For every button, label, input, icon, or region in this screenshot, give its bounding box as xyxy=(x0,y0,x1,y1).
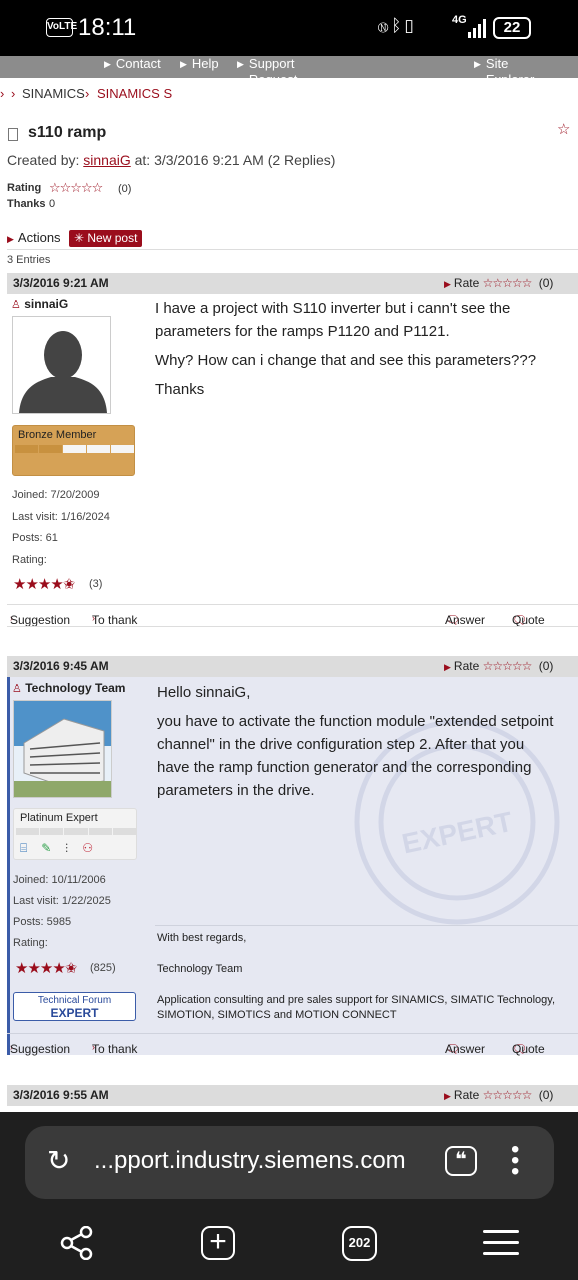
post-date: 3/3/2016 9:21 AM xyxy=(13,276,109,290)
new-tab-icon[interactable]: + xyxy=(201,1226,235,1260)
volte-indicator: VoLTE xyxy=(46,18,77,37)
created-by: Created by: sinnaiG at: 3/3/2016 9:21 AM… xyxy=(7,152,336,168)
author-link[interactable]: sinnaiG xyxy=(83,152,130,168)
reload-icon[interactable]: ↻ xyxy=(47,1146,70,1176)
thanks-label: Thanks xyxy=(7,198,46,210)
nav-contact[interactable]: ▶ Contact xyxy=(104,56,161,73)
joined-date: Joined: 10/11/2006 xyxy=(13,874,106,886)
browser-toolbar: ↻ ...pport.industry.siemens.com ❝ • • • xyxy=(0,1112,578,1206)
users-icon: ⚇ xyxy=(82,841,108,855)
reader-mode-icon[interactable]: ❝ xyxy=(445,1146,477,1176)
share-icon[interactable] xyxy=(60,1226,94,1260)
rank-icons: ⌸✎⫶⚇ xyxy=(20,841,107,856)
browser-navbar: + 202 xyxy=(0,1206,578,1280)
post-header: 3/3/2016 9:21 AM ▶ Rate ☆☆☆☆☆ (0) xyxy=(7,273,578,294)
post-author[interactable]: ♙ Technology Team xyxy=(12,681,125,695)
rank-badge: Bronze Member xyxy=(12,425,135,476)
nav-support-request[interactable]: ▶ Support Request xyxy=(237,56,297,87)
battery-icon: 22 xyxy=(493,17,531,39)
user-rating-stars: ★★★★✬ xyxy=(15,960,77,977)
expert-accent-bar xyxy=(7,677,10,1055)
chevron-right-icon: › xyxy=(85,86,90,101)
post-header: 3/3/2016 9:45 AM ▶ Rate ☆☆☆☆☆ (0) xyxy=(7,656,578,677)
rating-label: Rating xyxy=(7,182,42,194)
new-post-button[interactable]: ✳ New post xyxy=(69,230,143,247)
rank-bar xyxy=(16,828,137,835)
expert-badge: Technical Forum EXPERT xyxy=(13,992,136,1021)
user-rating-count: (825) xyxy=(90,962,116,974)
post-header: 3/3/2016 9:55 AM ▶ Rate ☆☆☆☆☆ (0) xyxy=(7,1085,578,1106)
user-icon: ♙ xyxy=(11,299,21,311)
actions-menu[interactable]: ▶ Actions xyxy=(7,230,61,245)
more-options-icon[interactable]: • • • xyxy=(511,1138,519,1184)
book-icon: ⌸ xyxy=(20,841,42,855)
network-type: 4G xyxy=(452,14,467,26)
menu-icon[interactable] xyxy=(483,1230,519,1255)
thanks-count: 0 xyxy=(49,198,56,210)
avatar xyxy=(13,700,112,798)
user-rating-count: (3) xyxy=(89,578,103,590)
rate-control[interactable]: ▶ Rate ☆☆☆☆☆ (0) xyxy=(444,276,553,290)
rating-label: Rating: xyxy=(12,554,47,566)
breadcrumb-sinamics-s[interactable]: SINAMICS S xyxy=(97,86,172,101)
chevron-right-icon: › xyxy=(0,86,5,101)
nav-site-explorer[interactable]: ▶ Site Explorer xyxy=(474,56,534,87)
post-body: Hello sinnaiG, you have to activate the … xyxy=(157,684,554,799)
entries-count: 3 Entries xyxy=(7,254,51,266)
status-bar: VoLTE 18:11 Ⓝᛒ▯ 4G 22 xyxy=(0,0,578,56)
user-icon: ♙ xyxy=(12,683,22,695)
vibrate-icon: ▯ xyxy=(404,16,417,35)
document-icon xyxy=(8,128,18,141)
joined-date: Joined: 7/20/2009 xyxy=(12,489,100,501)
rate-control[interactable]: ▶ Rate ☆☆☆☆☆ (0) xyxy=(444,659,553,673)
post-count: Posts: 5985 xyxy=(13,916,72,928)
nav-help[interactable]: ▶ Help xyxy=(180,56,219,73)
svg-text:EXPERT: EXPERT xyxy=(399,806,515,860)
post-date: 3/3/2016 9:55 AM xyxy=(13,1088,109,1102)
post-count: Posts: 61 xyxy=(12,532,58,544)
breadcrumb-sinamics[interactable]: SINAMICS xyxy=(22,86,85,101)
divider xyxy=(7,626,578,627)
bluetooth-icon: ᛒ xyxy=(391,16,405,35)
address-bar[interactable]: ↻ ...pport.industry.siemens.com ❝ • • • xyxy=(25,1126,554,1199)
rating-stars[interactable]: ☆☆☆☆☆ xyxy=(49,180,103,196)
chevron-right-icon: › xyxy=(11,86,16,101)
status-icons: Ⓝᛒ▯ xyxy=(378,16,417,36)
avatar xyxy=(12,316,111,414)
pencil-icon: ✎ xyxy=(41,841,66,855)
rate-control[interactable]: ▶ Rate ☆☆☆☆☆ (0) xyxy=(444,1088,553,1102)
rank-badge: Platinum Expert ⌸✎⫶⚇ xyxy=(13,808,137,860)
post-date: 3/3/2016 9:45 AM xyxy=(13,659,109,673)
rank-bar xyxy=(15,445,134,453)
rating-label: Rating: xyxy=(13,937,48,949)
page-title: s110 ramp xyxy=(28,124,107,141)
rating-count: (0) xyxy=(118,183,132,195)
clock: 18:11 xyxy=(78,14,137,41)
new-post-icon: ✳ xyxy=(74,231,88,245)
tab-count-button[interactable]: 202 xyxy=(342,1226,377,1261)
top-navigation: ▶ Contact ▶ Help ▶ Support Request ▶ Site Ex… xyxy=(0,56,578,87)
signature-greeting: With best regards, xyxy=(157,932,247,944)
post-body: I have a project with S110 inverter but … xyxy=(155,300,537,398)
signature-name: Technology Team xyxy=(157,963,243,975)
divider xyxy=(7,249,578,250)
signal-icon xyxy=(468,18,488,38)
signature-description: Application consulting and pre sales sup… xyxy=(157,994,556,1021)
favorite-star-icon[interactable]: ☆ xyxy=(557,120,570,138)
last-visit: Last visit: 1/16/2024 xyxy=(12,511,110,523)
nfc-icon: Ⓝ xyxy=(378,16,392,35)
chart-icon: ⫶ xyxy=(65,841,83,855)
signature-divider xyxy=(155,925,578,926)
url-text[interactable]: ...pport.industry.siemens.com xyxy=(94,1147,406,1175)
post-footer: › Suggestion › To thank 🗨 Answer 🗨 Quote xyxy=(7,604,578,627)
post-footer: › Suggestion › To thank 🗨 Answer 🗨 Quote xyxy=(7,1033,578,1056)
user-rating-stars: ★★★★✬ xyxy=(13,576,75,593)
post-author[interactable]: ♙ sinnaiG xyxy=(11,297,68,311)
last-visit: Last visit: 1/22/2025 xyxy=(13,895,111,907)
